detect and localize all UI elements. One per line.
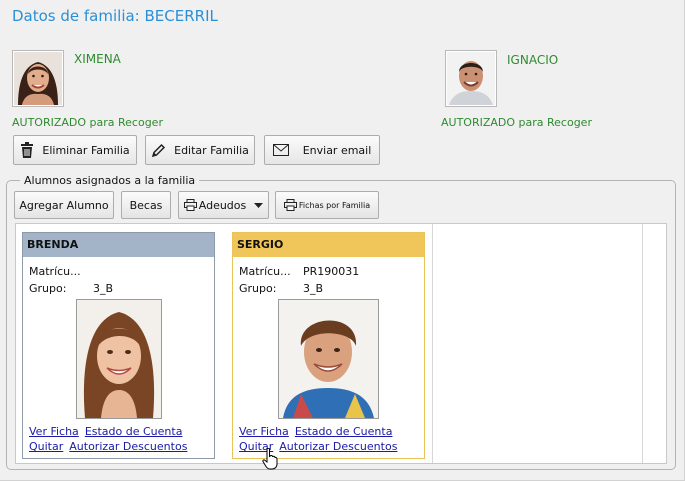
pencil-icon (151, 143, 166, 158)
student-links-row: Ver Ficha Estado de Cuenta (239, 425, 398, 438)
family-sheets-button[interactable]: Fichas por Familia (275, 191, 379, 219)
envelope-icon (272, 144, 289, 156)
enrollment-label: Matrícu... (29, 265, 81, 278)
delete-family-label: Eliminar Familia (42, 143, 130, 157)
account-status-link[interactable]: Estado de Cuenta (295, 425, 393, 438)
edit-family-button[interactable]: Editar Familia (145, 135, 255, 165)
trash-icon (20, 142, 34, 158)
parent-name: XIMENA (74, 52, 121, 66)
group-row: Grupo: 3_B (239, 282, 323, 295)
delete-family-button[interactable]: Eliminar Familia (13, 135, 137, 165)
account-status-link[interactable]: Estado de Cuenta (85, 425, 183, 438)
student-card[interactable]: SERGIO Matrícu... PR190031 Grupo: 3_B Ver … (232, 232, 425, 459)
group-label: Grupo: (29, 282, 67, 295)
parent-photo-ximena (12, 50, 64, 107)
grants-label: Becas (129, 198, 163, 212)
debts-label: Adeudos (198, 198, 247, 212)
page-title: Datos de familia: BECERRIL (12, 7, 218, 25)
group-label: Grupo: (239, 282, 277, 295)
student-links-row: Ver Ficha Estado de Cuenta (29, 425, 188, 438)
student-photo (278, 299, 379, 419)
group-value: 3_B (93, 282, 114, 295)
parent-card-ignacio: IGNACIO AUTORIZADO para Recoger (441, 50, 641, 130)
authorize-discounts-link[interactable]: Autorizar Descuentos (279, 440, 397, 453)
panel-divider (432, 224, 433, 463)
parent-authorization: AUTORIZADO para Recoger (12, 116, 163, 129)
hand-cursor-icon (262, 447, 278, 473)
parent-name: IGNACIO (507, 53, 559, 67)
remove-student-link[interactable]: Quitar (29, 440, 63, 453)
panel-divider (642, 224, 643, 463)
student-name: BRENDA (23, 233, 214, 257)
send-email-label: Enviar email (302, 143, 372, 157)
add-student-button[interactable]: Agregar Alumno (14, 191, 114, 219)
parent-card-ximena: XIMENA AUTORIZADO para Recoger (12, 50, 212, 130)
enrollment-value: PR190031 (303, 265, 360, 278)
student-card[interactable]: BRENDA Matrícu... Grupo: 3_B Ver Ficha Est… (22, 232, 215, 459)
enrollment-label: Matrícu... (239, 265, 291, 278)
printer-icon (183, 199, 197, 211)
printer-icon (283, 199, 297, 211)
students-group-label: Alumnos asignados a la familia (20, 174, 200, 187)
student-links-row: Quitar Autorizar Descuentos (29, 440, 193, 453)
student-photo (76, 299, 162, 419)
group-value: 3_B (303, 282, 324, 295)
family-sheets-label: Fichas por Familia (298, 200, 371, 210)
parent-photo-ignacio (445, 50, 497, 107)
chevron-down-icon (254, 202, 264, 208)
family-details-window: Datos de familia: BECERRIL XIMENA AUTORI… (0, 0, 685, 481)
enrollment-row: Matrícu... (29, 265, 93, 278)
add-student-label: Agregar Alumno (19, 198, 109, 212)
view-sheet-link[interactable]: Ver Ficha (239, 425, 289, 438)
group-row: Grupo: 3_B (29, 282, 113, 295)
debts-dropdown-button[interactable]: Adeudos (178, 191, 269, 219)
grants-button[interactable]: Becas (121, 191, 171, 219)
parent-authorization: AUTORIZADO para Recoger (441, 116, 592, 129)
enrollment-row: Matrícu... PR190031 (239, 265, 359, 278)
edit-family-label: Editar Familia (174, 143, 249, 157)
student-name: SERGIO (233, 233, 424, 257)
view-sheet-link[interactable]: Ver Ficha (29, 425, 79, 438)
send-email-button[interactable]: Enviar email (264, 135, 380, 165)
authorize-discounts-link[interactable]: Autorizar Descuentos (69, 440, 187, 453)
